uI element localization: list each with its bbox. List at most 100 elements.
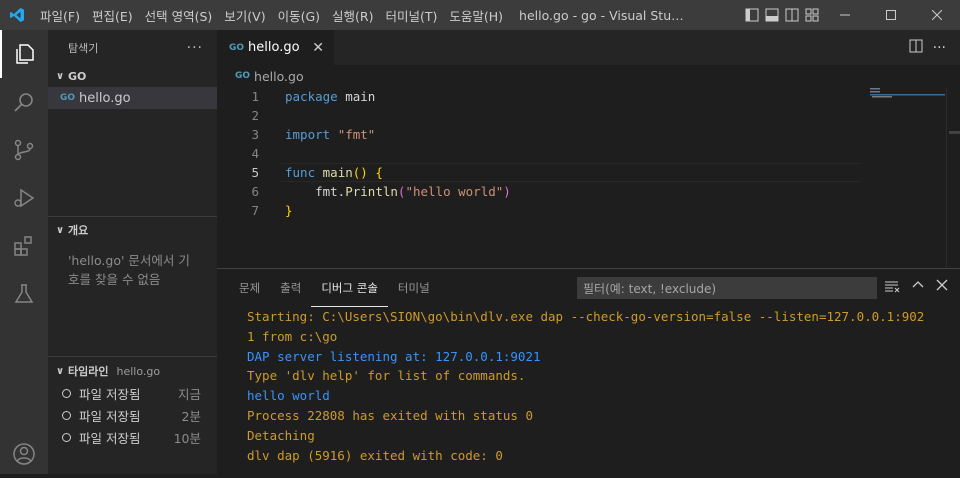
timeline-label: 파일 저장됨 [79,408,141,424]
menu-selection[interactable]: 선택 영역(S) [139,6,219,25]
code-text: import "fmt" [285,127,376,142]
code-line: 4 [217,144,960,163]
maximize-panel-icon[interactable] [912,279,924,297]
bottom-panel: 문제 출력 디버그 콘솔 터미널 필터(예: text, !exclude) S… [217,268,960,474]
code-editor[interactable]: 1 package main 2 3 import "fmt" 4 5 func ma… [217,87,960,220]
tab-debug-console[interactable]: 디버그 콘솔 [311,269,388,307]
editor-tabs: GO hello.go ✕ ··· [217,30,960,65]
editor-area: GO hello.go ✕ ··· GO hello.go 1 package m… [217,30,960,268]
timeline-section-header[interactable]: ∨ 타임라인 hello.go [48,360,217,382]
code-line: 2 [217,106,960,125]
console-line: Detaching [247,427,315,443]
line-number: 1 [251,89,259,104]
tab-problems[interactable]: 문제 [229,269,270,307]
explorer-icon[interactable] [0,30,48,78]
tab-label: hello.go [248,40,300,55]
menu-bar: 파일(F) 편집(E) 선택 영역(S) 보기(V) 이동(G) 실행(R) 터… [34,0,509,30]
menu-file[interactable]: 파일(F) [34,6,86,25]
breadcrumb[interactable]: GO hello.go [217,65,960,87]
circle-icon [62,410,71,420]
timeline-time: 지금 [177,386,201,402]
close-panel-icon[interactable] [936,279,948,297]
minimap[interactable] [867,87,945,117]
debug-console-output: Starting: C:\Users\SION\go\bin\dlv.exe d… [247,307,924,465]
outline-empty-message: 'hello.go' 문서에서 기호를 찾을 수 없음 [68,253,190,287]
menu-help[interactable]: 도움말(H) [443,6,509,25]
timeline-time: 2분 [181,408,201,424]
tab-terminal[interactable]: 터미널 [388,269,440,307]
go-file-icon: GO [60,93,76,103]
line-number: 7 [251,203,259,218]
toggle-sidebar-icon[interactable] [742,0,762,30]
search-icon[interactable] [0,78,48,126]
file-name: hello.go [79,90,131,106]
split-editor-icon[interactable] [909,38,923,57]
extensions-icon[interactable] [0,222,48,270]
line-number: 4 [251,146,259,161]
code-line: 1 package main [217,87,960,106]
code-text: fmt.Println("hello world") [285,184,511,199]
section-divider [48,356,217,357]
timeline-item[interactable]: 파일 저장됨 지금 [48,382,217,404]
code-line: 3 import "fmt" [217,125,960,144]
folder-name: GO [68,69,87,83]
toggle-panel-icon[interactable] [762,0,782,30]
explorer-sidebar: 탐색기 ··· ∨ GO GO hello.go ∨ 개요 'hello.go'… [48,30,217,474]
code-text: func main() { [285,165,383,180]
clear-console-icon[interactable] [884,279,900,297]
chevron-down-icon: ∨ [55,365,65,377]
editor-scrollbar[interactable] [946,87,960,268]
console-line: Starting: C:\Users\SION\go\bin\dlv.exe d… [247,309,925,324]
section-divider [48,216,217,217]
maximize-button[interactable] [868,0,914,30]
chevron-down-icon: ∨ [55,70,65,82]
sidebar-header: 탐색기 ··· [48,30,217,65]
tab-output[interactable]: 출력 [270,269,311,307]
more-actions-icon[interactable]: ··· [933,40,946,56]
vscode-logo-icon [0,0,34,30]
timeline-label: 파일 저장됨 [79,430,141,446]
menu-view[interactable]: 보기(V) [218,6,271,25]
title-bar: 파일(F) 편집(E) 선택 영역(S) 보기(V) 이동(G) 실행(R) 터… [0,0,960,30]
close-tab-icon[interactable]: ✕ [312,40,324,56]
timeline-time: 10분 [173,430,201,446]
code-line-current: 5 func main() { [217,163,960,182]
timeline-file: hello.go [116,364,161,378]
toggle-secondary-sidebar-icon[interactable] [782,0,802,30]
code-line: 6 fmt.Println("hello world") [217,182,960,201]
outline-title: 개요 [68,224,89,237]
chevron-down-icon: ∨ [55,224,65,236]
close-window-button[interactable] [914,0,960,30]
menu-run[interactable]: 실행(R) [326,6,379,25]
file-tree-item-hello-go[interactable]: GO hello.go [48,87,217,109]
account-icon[interactable] [0,430,48,478]
window-title: hello.go - go - Visual Studio Code [519,7,690,23]
more-actions-icon[interactable]: ··· [187,40,203,56]
line-number: 6 [251,184,259,199]
tab-hello-go[interactable]: GO hello.go ✕ [217,30,334,65]
console-line: Type 'dlv help' for list of commands. [247,368,526,384]
code-text: package main [285,89,376,104]
folder-section-header[interactable]: ∨ GO [48,65,217,87]
console-line: hello world [247,388,330,404]
timeline-item[interactable]: 파일 저장됨 2분 [48,404,217,426]
menu-edit[interactable]: 편집(E) [86,6,139,25]
console-line: Process 22808 has exited with status 0 [247,407,533,423]
menu-terminal[interactable]: 터미널(T) [380,6,444,25]
run-debug-icon[interactable] [0,174,48,222]
circle-icon [62,388,71,398]
minimize-button[interactable] [822,0,868,30]
line-number: 3 [251,127,259,142]
filter-input[interactable]: 필터(예: text, !exclude) [577,277,877,299]
go-file-icon: GO [235,71,251,81]
code-text: } [285,203,293,218]
customize-layout-icon[interactable] [802,0,822,30]
outline-section-header[interactable]: ∨ 개요 [48,219,217,241]
console-line: dlv dap (5916) exited with code: 0 [247,447,503,463]
source-control-icon[interactable] [0,126,48,174]
timeline-label: 파일 저장됨 [79,386,141,402]
menu-go[interactable]: 이동(G) [272,6,326,25]
line-number: 2 [251,108,259,123]
testing-icon[interactable] [0,270,48,318]
timeline-item[interactable]: 파일 저장됨 10분 [48,426,217,448]
